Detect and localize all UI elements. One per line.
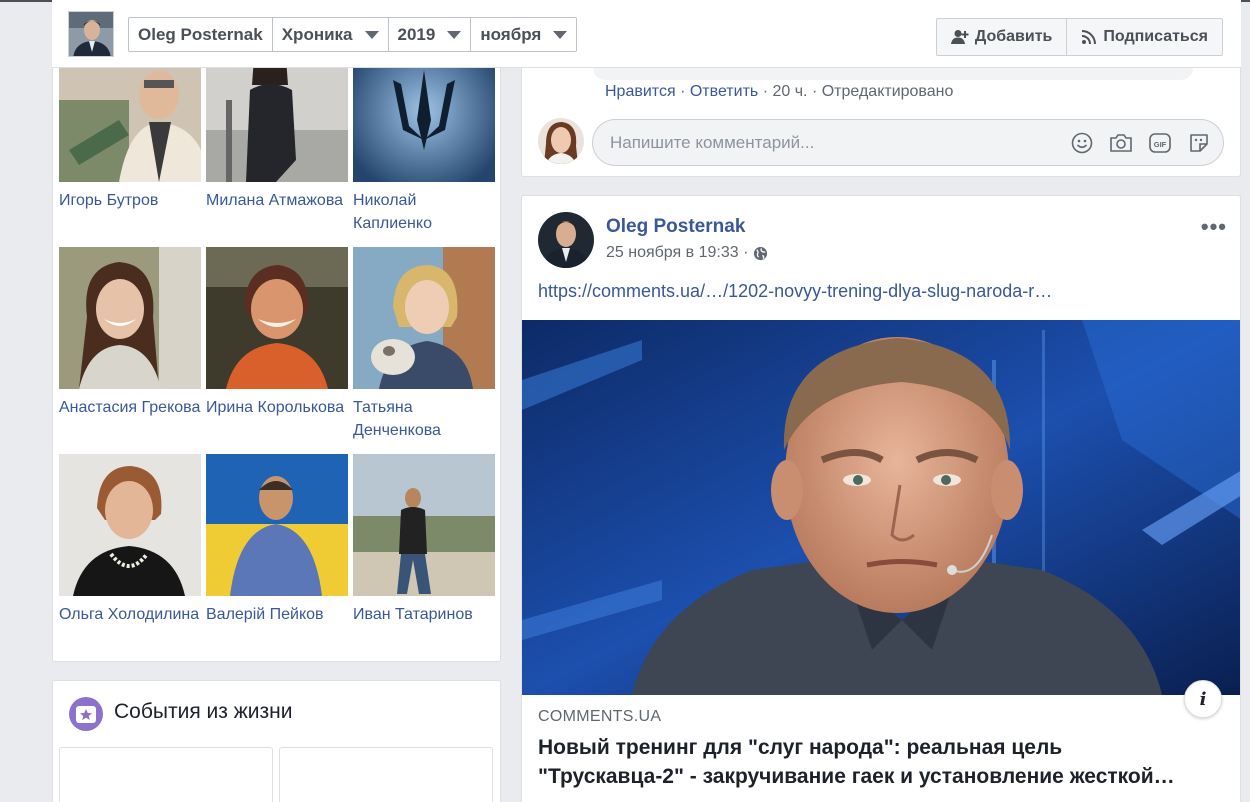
post-options-icon[interactable]: •••: [1201, 214, 1227, 240]
post-timestamp: 25 ноября в 19:33 ·: [606, 244, 768, 262]
friend-tile[interactable]: Анастасия Грекова: [59, 247, 201, 419]
like-comment-link[interactable]: Нравится: [605, 83, 676, 100]
post-date[interactable]: 25 ноября в 19:33: [606, 244, 739, 262]
friend-photo[interactable]: [206, 454, 348, 596]
comment-input-tools: GIF: [1070, 131, 1211, 155]
post-author-name[interactable]: Oleg Posternak: [606, 216, 745, 238]
friend-name[interactable]: Татьяна Денченкова: [353, 396, 495, 442]
friend-tile[interactable]: Татьяна Денченкова: [353, 247, 495, 442]
friend-tile[interactable]: Ирина Королькова: [206, 247, 348, 419]
friend-tile[interactable]: Милана Атмажова: [206, 68, 348, 212]
crumb-timeline-dropdown[interactable]: Хроника: [273, 18, 389, 51]
friend-tile[interactable]: Иван Татаринов: [353, 454, 495, 626]
caret-down-icon: [553, 30, 568, 39]
comment-bubble: [593, 68, 1193, 80]
friend-tile[interactable]: Валерій Пейков: [206, 454, 348, 626]
comment-meta: Нравится · Ответить · 20 ч. · Отредактир…: [605, 83, 953, 101]
reply-comment-link[interactable]: Ответить: [690, 83, 758, 100]
comment-input-placeholder: Напишите комментарий...: [610, 133, 815, 152]
link-title-line: "Трускавца-2" - закручивание гаек и уста…: [538, 765, 1175, 788]
post-author-avatar[interactable]: [538, 212, 594, 268]
gif-icon[interactable]: GIF: [1148, 131, 1172, 155]
life-events-card: События из жизни: [52, 680, 501, 802]
timeline-sticky-header: Oleg Posternak Хроника 2019 ноября Добав…: [52, 0, 1241, 68]
link-domain[interactable]: COMMENTS.UA: [538, 708, 661, 726]
friend-name[interactable]: Анастасия Грекова: [59, 396, 201, 419]
friend-photo[interactable]: [353, 68, 495, 182]
camera-icon[interactable]: [1109, 131, 1133, 155]
friend-photo[interactable]: [59, 454, 201, 596]
link-title-line: Новый тренинг для "слуг народа": реальна…: [538, 736, 1063, 759]
friend-photo[interactable]: [59, 247, 201, 389]
sticker-icon[interactable]: [1187, 131, 1211, 155]
dot-separator: ·: [762, 83, 773, 100]
friend-photo[interactable]: [206, 247, 348, 389]
life-event-box[interactable]: [279, 747, 493, 802]
life-event-box[interactable]: [59, 747, 273, 802]
info-icon[interactable]: i: [1184, 680, 1222, 718]
friend-name[interactable]: Ирина Королькова: [206, 396, 348, 419]
friend-name[interactable]: Иван Татаринов: [353, 603, 495, 626]
comment-time[interactable]: 20 ч.: [772, 83, 807, 100]
caret-down-icon: [447, 30, 462, 39]
rss-icon: [1082, 30, 1097, 45]
dot-separator: ·: [738, 244, 753, 261]
crumb-month-dropdown[interactable]: ноября: [471, 18, 576, 51]
crumb-year-dropdown[interactable]: 2019: [389, 18, 472, 51]
link-preview-image[interactable]: [522, 320, 1240, 695]
friend-name[interactable]: Валерій Пейков: [206, 603, 348, 626]
add-friend-icon: [950, 30, 969, 44]
emoji-icon[interactable]: [1070, 131, 1094, 155]
friend-name[interactable]: Николай Каплиенко: [353, 189, 495, 235]
caret-down-icon: [364, 30, 379, 39]
post-link[interactable]: https://comments.ua/…/1202-novyy-trening…: [538, 281, 1052, 302]
current-user-avatar[interactable]: [538, 118, 584, 164]
dot-separator: ·: [811, 83, 822, 100]
svg-text:GIF: GIF: [1154, 140, 1167, 149]
dot-separator: ·: [680, 83, 690, 100]
life-events-title: События из жизни: [114, 700, 293, 723]
friend-photo[interactable]: [206, 68, 348, 182]
comment-edited-label[interactable]: Отредактировано: [822, 83, 954, 100]
add-friend-button[interactable]: Добавить: [937, 19, 1068, 55]
friend-tile[interactable]: Игорь Бутров: [59, 68, 201, 212]
globe-icon[interactable]: [753, 246, 768, 261]
friend-photo[interactable]: [353, 247, 495, 389]
friend-name[interactable]: Ольга Холодилина: [59, 603, 201, 626]
friends-card: Игорь Бутров Милана Атмажова Николай Кап…: [52, 68, 501, 662]
link-title[interactable]: Новый тренинг для "слуг народа": реальна…: [538, 733, 1228, 791]
life-event-star-icon: [69, 697, 103, 731]
friend-name[interactable]: Милана Атмажова: [206, 189, 348, 212]
friend-tile[interactable]: Ольга Холодилина: [59, 454, 201, 626]
crumb-profile-name[interactable]: Oleg Posternak: [129, 18, 273, 51]
timeline-breadcrumb: Oleg Posternak Хроника 2019 ноября: [128, 17, 578, 52]
friend-tile[interactable]: Николай Каплиенко: [353, 68, 495, 235]
profile-actions: Добавить Подписаться: [935, 18, 1223, 56]
comment-section-card: Нравится · Ответить · 20 ч. · Отредактир…: [521, 68, 1241, 177]
comment-input[interactable]: Напишите комментарий... GIF: [592, 119, 1224, 166]
friend-photo[interactable]: [59, 68, 201, 182]
subscribe-button[interactable]: Подписаться: [1067, 19, 1222, 55]
post-card: Oleg Posternak 25 ноября в 19:33 · ••• h…: [521, 195, 1241, 802]
friend-photo[interactable]: [353, 454, 495, 596]
friend-name[interactable]: Игорь Бутров: [59, 189, 201, 212]
profile-avatar[interactable]: [68, 11, 114, 57]
